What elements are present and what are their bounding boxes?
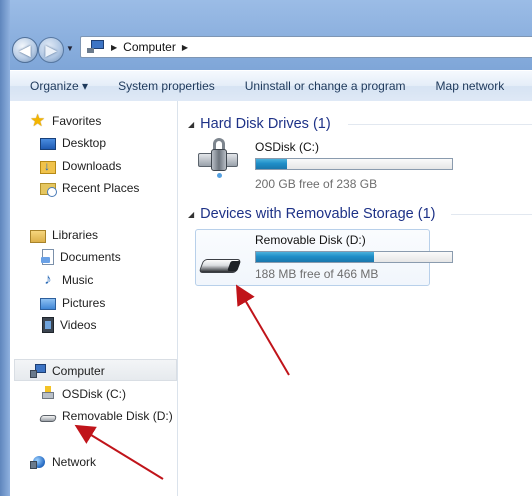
group-header-removable-storage[interactable]: ◢ Devices with Removable Storage (1) [188, 204, 435, 224]
nav-label: Recent Places [62, 181, 140, 195]
nav-music[interactable]: ♪ Music [40, 270, 93, 290]
nav-label: Music [62, 273, 94, 287]
collapse-triangle-icon[interactable]: ◢ [188, 210, 194, 219]
group-title: Hard Disk Drives (1) [200, 116, 331, 132]
nav-network[interactable]: Network [30, 452, 96, 472]
nav-label: OSDisk (C:) [62, 387, 126, 401]
drive-removable-name[interactable]: Removable Disk (D:) [255, 233, 366, 247]
documents-icon [41, 249, 54, 265]
address-bar[interactable]: ▶ Computer ▶ [80, 36, 532, 58]
nav-desktop[interactable]: Desktop [40, 133, 106, 153]
drive-removable-usage-bar [255, 251, 453, 263]
music-note-icon: ♪ [44, 271, 52, 288]
usage-fill [256, 252, 374, 262]
nav-label: Downloads [62, 159, 122, 173]
command-bar: Organize ▾ System properties Uninstall o… [10, 70, 532, 102]
libraries-folder-icon [30, 229, 46, 243]
nav-recent-places[interactable]: Recent Places [40, 178, 139, 198]
content-area: ★ Favorites Desktop Downloads Recent Pla… [10, 101, 532, 496]
nav-label: Libraries [52, 228, 99, 242]
star-icon: ★ [30, 111, 46, 130]
map-network-drive-button[interactable]: Map network [421, 71, 520, 101]
nav-pictures[interactable]: Pictures [40, 293, 105, 313]
usb-drive-icon [198, 253, 243, 279]
recent-places-icon [40, 183, 57, 197]
nav-osdisk[interactable]: OSDisk (C:) [40, 384, 126, 404]
network-icon [30, 454, 46, 470]
usage-fill [256, 159, 288, 169]
breadcrumb-chevron-icon[interactable]: ▶ [111, 43, 117, 52]
nav-label: Removable Disk (D:) [62, 409, 173, 423]
breadcrumb-computer[interactable]: Computer [123, 40, 176, 54]
drive-osdisk-name[interactable]: OSDisk (C:) [255, 140, 319, 154]
recent-pages-dropdown[interactable]: ▼ [66, 45, 74, 53]
computer-icon [87, 40, 105, 54]
pictures-icon [40, 298, 56, 310]
uninstall-program-button[interactable]: Uninstall or change a program [230, 71, 421, 101]
nav-label: Documents [60, 250, 121, 264]
videos-icon [42, 317, 54, 333]
navigation-pane[interactable]: ★ Favorites Desktop Downloads Recent Pla… [10, 101, 178, 496]
nav-label: Pictures [62, 296, 106, 310]
drive-removable-free-space: 188 MB free of 466 MB [255, 267, 379, 281]
nav-favorites[interactable]: ★ Favorites [30, 111, 101, 131]
nav-downloads[interactable]: Downloads [40, 156, 121, 176]
drive-osdisk-free-space: 200 GB free of 238 GB [255, 177, 378, 191]
window-left-edge [0, 0, 10, 496]
nav-label: Favorites [52, 114, 102, 128]
nav-removable-disk[interactable]: Removable Disk (D:) [39, 406, 173, 426]
nav-label: Videos [60, 318, 97, 332]
nav-documents[interactable]: Documents [40, 247, 121, 267]
forward-button[interactable]: ▶ [38, 37, 64, 63]
downloads-folder-icon [40, 159, 56, 174]
group-title: Devices with Removable Storage (1) [200, 206, 436, 222]
nav-label: Desktop [62, 136, 107, 150]
hard-disk-icon [40, 386, 56, 402]
hard-disk-lock-icon [196, 137, 240, 181]
breadcrumb-chevron-icon[interactable]: ▶ [182, 43, 188, 52]
system-properties-button[interactable]: System properties [103, 71, 230, 101]
nav-label: Network [52, 455, 97, 469]
organize-button[interactable]: Organize ▾ [10, 71, 103, 101]
usb-drive-icon [39, 415, 57, 422]
nav-computer[interactable]: Computer [30, 361, 105, 381]
nav-libraries[interactable]: Libraries [30, 225, 98, 245]
back-button[interactable]: ◀ [12, 37, 38, 63]
forward-arrow-icon: ▶ [45, 41, 57, 58]
computer-icon [30, 363, 46, 379]
nav-label: Computer [52, 364, 105, 378]
desktop-icon [40, 138, 56, 150]
group-divider [451, 214, 532, 215]
collapse-triangle-icon[interactable]: ◢ [188, 120, 194, 129]
group-divider [348, 124, 532, 125]
drive-osdisk-usage-bar [255, 158, 453, 170]
nav-videos[interactable]: Videos [40, 315, 96, 335]
back-arrow-icon: ◀ [19, 41, 31, 58]
group-header-hard-disk-drives[interactable]: ◢ Hard Disk Drives (1) [188, 114, 331, 134]
